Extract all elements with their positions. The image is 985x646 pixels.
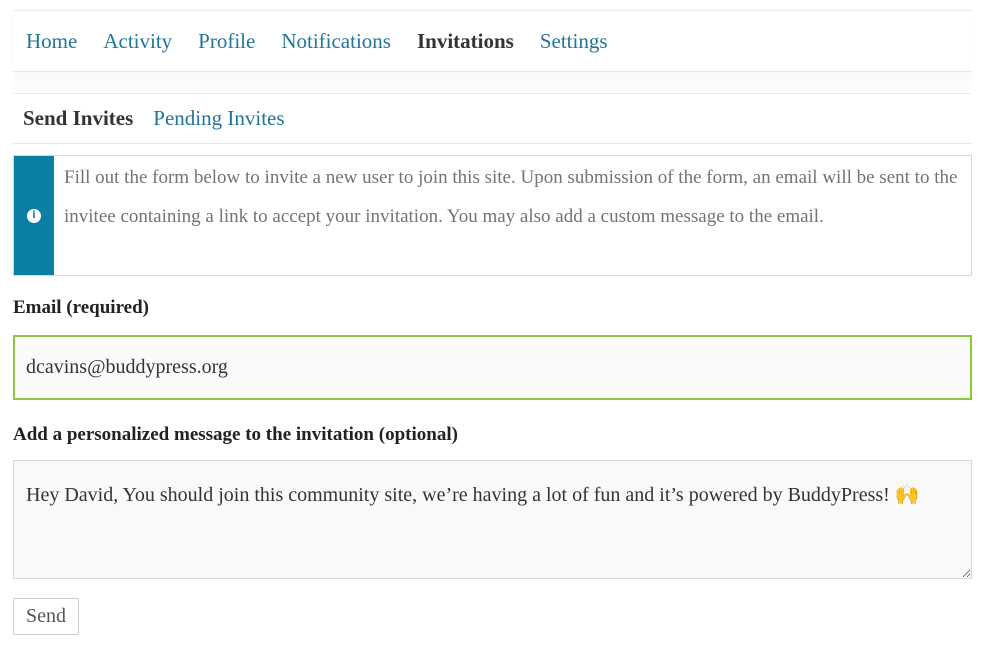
info-notice: i Fill out the form below to invite a ne…: [13, 155, 972, 276]
sub-nav: Send Invites Pending Invites: [13, 93, 972, 144]
email-field[interactable]: [13, 335, 972, 400]
message-textarea[interactable]: Hey David, You should join this communit…: [13, 460, 972, 579]
nav-item-home[interactable]: Home: [26, 29, 77, 54]
subnav-item-pending-invites[interactable]: Pending Invites: [153, 106, 284, 131]
info-icon: i: [27, 208, 41, 223]
nav-item-invitations[interactable]: Invitations: [417, 29, 514, 54]
subnav-item-send-invites[interactable]: Send Invites: [23, 106, 133, 131]
notice-accent-bar: i: [14, 156, 54, 275]
email-label: Email (required): [13, 297, 149, 318]
main-nav: Home Activity Profile Notifications Invi…: [13, 10, 972, 72]
send-button[interactable]: Send: [13, 598, 79, 635]
invitations-page: Home Activity Profile Notifications Invi…: [0, 0, 985, 646]
nav-item-settings[interactable]: Settings: [540, 29, 608, 54]
nav-item-profile[interactable]: Profile: [198, 29, 255, 54]
nav-item-activity[interactable]: Activity: [103, 29, 172, 54]
nav-separator: [13, 72, 972, 94]
notice-text: Fill out the form below to invite a new …: [64, 167, 958, 227]
message-label: Add a personalized message to the invita…: [13, 424, 458, 445]
nav-item-notifications[interactable]: Notifications: [281, 29, 391, 54]
